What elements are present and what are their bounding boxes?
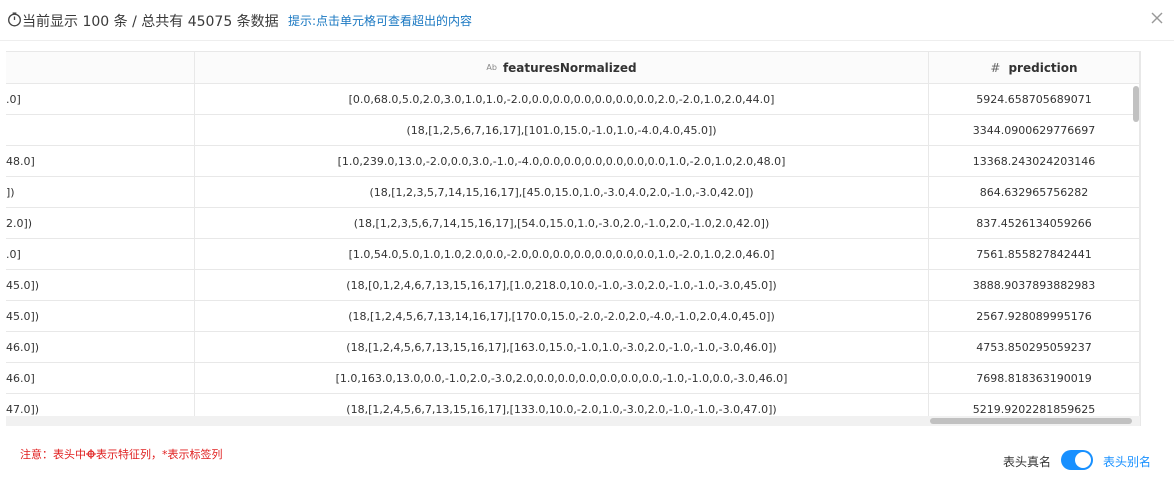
table-header: Ab featuresNormalized # prediction xyxy=(6,52,1140,84)
table-row: 48.0] [1.0,239.0,13.0,-2.0,0.0,3.0,-1.0,-… xyxy=(6,146,1140,177)
table-cell[interactable] xyxy=(6,115,195,146)
table-row: 46.0]) (18,[1,2,4,5,6,7,13,15,16,17],[163… xyxy=(6,332,1140,363)
legend-note: 注意：表头中 表示特征列，*表示标签列 xyxy=(20,448,223,461)
column-header-prediction[interactable]: # prediction xyxy=(929,52,1140,84)
table-cell[interactable]: 837.4526134059266 xyxy=(929,208,1140,239)
header-alias-label: 表头别名 xyxy=(1103,455,1152,469)
table-cell[interactable]: [1.0,54.0,5.0,1.0,1.0,2.0,0.0,-2.0,0.0,0… xyxy=(195,239,929,270)
table-row: 2.0]) (18,[1,2,3,5,6,7,14,15,16,17],[54.0… xyxy=(6,208,1140,239)
table-cell[interactable]: [0.0,68.0,5.0,2.0,3.0,1.0,1.0,-2.0,0.0,0… xyxy=(195,84,929,115)
feature-column-icon xyxy=(86,449,96,459)
table-cell[interactable]: 864.632965756282 xyxy=(929,177,1140,208)
table-cell[interactable]: 45.0]) xyxy=(6,270,195,301)
table-cell[interactable]: 4753.850295059237 xyxy=(929,332,1140,363)
table-cell[interactable]: 46.0]) xyxy=(6,332,195,363)
table-cell[interactable]: 3344.0900629776697 xyxy=(929,115,1140,146)
table-cell[interactable]: .0] xyxy=(6,239,195,270)
table-cell[interactable]: 3888.9037893882983 xyxy=(929,270,1140,301)
table-cell[interactable]: (18,[1,2,3,5,6,7,14,15,16,17],[54.0,15.0… xyxy=(195,208,929,239)
table-cell[interactable]: 5924.658705689071 xyxy=(929,84,1140,115)
header-alias-toggle[interactable] xyxy=(1061,450,1093,470)
data-table: Ab featuresNormalized # prediction .0] [0… xyxy=(6,51,1141,426)
table-cell[interactable]: (18,[1,2,3,5,7,14,15,16,17],[45.0,15.0,1… xyxy=(195,177,929,208)
table-cell[interactable]: 45.0]) xyxy=(6,301,195,332)
table-cell[interactable]: 7698.818363190019 xyxy=(929,363,1140,394)
number-type-icon: # xyxy=(990,60,1001,75)
table-cell[interactable]: (18,[1,2,4,5,6,7,13,14,16,17],[170.0,15.… xyxy=(195,301,929,332)
table-cell[interactable]: 13368.243024203146 xyxy=(929,146,1140,177)
table-row: 46.0] [1.0,163.0,13.0,0.0,-1.0,2.0,-3.0,2… xyxy=(6,363,1140,394)
column-header-label: prediction xyxy=(1008,60,1078,75)
table-row: 45.0]) (18,[1,2,4,5,6,7,13,14,16,17],[170… xyxy=(6,301,1140,332)
dialog-header: 当前显示 100 条 / 总共有 45075 条数据 提示:点击单元格可查看超出… xyxy=(0,0,1174,41)
table-cell[interactable]: [1.0,163.0,13.0,0.0,-1.0,2.0,-3.0,2.0,0.… xyxy=(195,363,929,394)
horizontal-scroll-thumb[interactable] xyxy=(930,418,1132,424)
toggle-knob xyxy=(1075,452,1091,468)
hint-text: 提示:点击单元格可查看超出的内容 xyxy=(288,14,473,28)
table-cell[interactable]: [1.0,239.0,13.0,-2.0,0.0,3.0,-1.0,-4.0,0… xyxy=(195,146,929,177)
clock-icon xyxy=(8,12,21,27)
table-cell[interactable]: (18,[0,1,2,4,6,7,13,15,16,17],[1.0,218.0… xyxy=(195,270,929,301)
table-row: (18,[1,2,5,6,7,16,17],[101.0,15.0,-1.0,1… xyxy=(6,115,1140,146)
table-cell[interactable]: (18,[1,2,5,6,7,16,17],[101.0,15.0,-1.0,1… xyxy=(195,115,929,146)
table-cell[interactable]: .0] xyxy=(6,84,195,115)
column-header-1[interactable] xyxy=(6,52,195,84)
table-cell[interactable]: 46.0] xyxy=(6,363,195,394)
column-header-label: featuresNormalized xyxy=(502,60,637,75)
table-cell[interactable]: (18,[1,2,4,5,6,7,13,15,16,17],[163.0,15.… xyxy=(195,332,929,363)
table-cell[interactable]: 2.0]) xyxy=(6,208,195,239)
table-row: .0] [0.0,68.0,5.0,2.0,3.0,1.0,1.0,-2.0,0.… xyxy=(6,84,1140,115)
table-cell[interactable]: ]) xyxy=(6,177,195,208)
close-icon[interactable] xyxy=(1150,11,1164,25)
table-row: ]) (18,[1,2,3,5,7,14,15,16,17],[45.0,15.0… xyxy=(6,177,1140,208)
vertical-scrollbar[interactable] xyxy=(1132,84,1140,424)
column-header-features-normalized[interactable]: Ab featuresNormalized xyxy=(195,52,929,84)
table-row: .0] [1.0,54.0,5.0,1.0,1.0,2.0,0.0,-2.0,0.… xyxy=(6,239,1140,270)
table-cell[interactable]: 7561.855827842441 xyxy=(929,239,1140,270)
text-type-icon: Ab xyxy=(486,63,497,72)
record-count-text: 当前显示 100 条 / 总共有 45075 条数据 xyxy=(22,14,279,30)
table-cell[interactable]: 2567.928089995176 xyxy=(929,301,1140,332)
table-row: 45.0]) (18,[0,1,2,4,6,7,13,15,16,17],[1.0… xyxy=(6,270,1140,301)
horizontal-scrollbar[interactable] xyxy=(6,416,1140,426)
header-real-name-label: 表头真名 xyxy=(1003,455,1052,469)
table-cell[interactable]: 48.0] xyxy=(6,146,195,177)
vertical-scroll-thumb[interactable] xyxy=(1133,86,1139,122)
